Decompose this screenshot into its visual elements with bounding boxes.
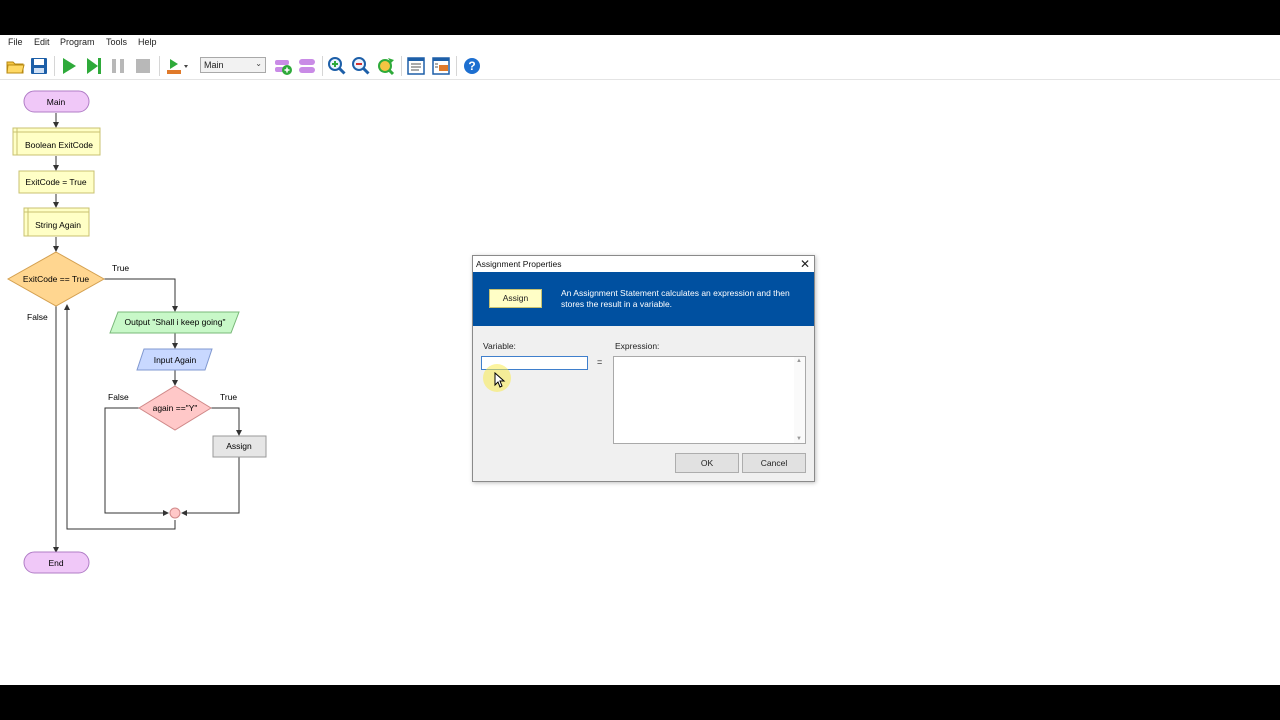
svg-text:ExitCode = True: ExitCode = True: [25, 177, 86, 187]
manage-functions-icon[interactable]: [297, 56, 317, 76]
pause-icon[interactable]: [108, 56, 128, 76]
flow-terminal-start[interactable]: Main: [23, 90, 90, 113]
assign-shape-preview: Assign: [489, 289, 542, 308]
close-icon[interactable]: ✕: [800, 257, 810, 271]
subprogram-select[interactable]: Main ⌄: [200, 57, 266, 73]
flow-loop-decision[interactable]: ExitCode == True: [6, 251, 106, 307]
svg-text:String Again: String Again: [35, 220, 81, 230]
flow-input[interactable]: Input Again: [136, 348, 213, 371]
menu-bar: File Edit Program Tools Help: [0, 35, 1280, 51]
scroll-up-icon[interactable]: ▲: [796, 358, 802, 364]
help-icon[interactable]: ?: [462, 56, 482, 76]
chevron-down-icon: ⌄: [255, 59, 262, 68]
toolbar: Main ⌄ ?: [0, 52, 1280, 80]
flow-declare-again[interactable]: String Again: [23, 207, 90, 237]
assignment-properties-dialog: Assignment Properties ✕ Assign An Assign…: [472, 255, 815, 482]
open-folder-icon[interactable]: [5, 56, 25, 76]
run-speed-icon[interactable]: [165, 56, 189, 76]
zoom-fit-icon[interactable]: [376, 56, 396, 76]
banner-description: An Assignment Statement calculates an ex…: [561, 288, 790, 309]
svg-text:Output "Shall i keep going": Output "Shall i keep going": [124, 317, 225, 327]
loop-false-label: False: [27, 312, 48, 322]
flow-assign-empty[interactable]: Assign: [212, 435, 267, 458]
taskbar-area: [0, 685, 1280, 720]
svg-text:?: ?: [468, 59, 475, 73]
stop-icon[interactable]: [133, 56, 153, 76]
loop-true-label: True: [112, 263, 129, 273]
svg-text:End: End: [48, 558, 63, 568]
variable-label: Variable:: [483, 341, 516, 351]
svg-text:again =="Y": again =="Y": [153, 403, 198, 413]
dialog-title: Assignment Properties: [476, 259, 562, 269]
if-true-label: True: [220, 392, 237, 402]
dialog-banner: Assign An Assignment Statement calculate…: [473, 272, 814, 326]
menu-help[interactable]: Help: [138, 37, 157, 47]
if-false-label: False: [108, 392, 129, 402]
expression-input[interactable]: ▲ ▼: [613, 356, 806, 444]
zoom-out-icon[interactable]: [351, 56, 371, 76]
menu-file[interactable]: File: [8, 37, 23, 47]
flow-if-decision[interactable]: again =="Y": [138, 385, 212, 431]
flow-declare-exitcode[interactable]: Boolean ExitCode: [12, 127, 101, 156]
svg-text:Input Again: Input Again: [154, 355, 197, 365]
menu-tools[interactable]: Tools: [106, 37, 127, 47]
svg-text:Main: Main: [47, 97, 66, 107]
ok-button[interactable]: OK: [675, 453, 739, 473]
zoom-in-icon[interactable]: [327, 56, 347, 76]
layout-icon[interactable]: [431, 56, 451, 76]
svg-text:Assign: Assign: [226, 441, 252, 451]
flow-assign-exitcode[interactable]: ExitCode = True: [18, 170, 95, 194]
flow-terminal-end[interactable]: End: [23, 551, 90, 574]
mouse-cursor-icon: [494, 372, 506, 388]
dialog-titlebar: Assignment Properties ✕: [473, 256, 814, 272]
menu-program[interactable]: Program: [60, 37, 95, 47]
flow-merge-point[interactable]: [169, 507, 181, 519]
equals-sign: =: [597, 357, 603, 367]
step-icon[interactable]: [84, 56, 104, 76]
save-icon[interactable]: [29, 56, 49, 76]
expression-scrollbar[interactable]: ▲ ▼: [794, 357, 805, 443]
flow-output[interactable]: Output "Shall i keep going": [109, 311, 240, 334]
cancel-button[interactable]: Cancel: [742, 453, 806, 473]
run-icon[interactable]: [59, 56, 79, 76]
add-function-icon[interactable]: [273, 56, 293, 76]
scroll-down-icon[interactable]: ▼: [796, 436, 802, 442]
expression-label: Expression:: [615, 341, 660, 351]
svg-text:ExitCode == True: ExitCode == True: [23, 274, 89, 284]
svg-text:Boolean ExitCode: Boolean ExitCode: [25, 140, 93, 150]
show-console-icon[interactable]: [406, 56, 426, 76]
menu-edit[interactable]: Edit: [34, 37, 50, 47]
